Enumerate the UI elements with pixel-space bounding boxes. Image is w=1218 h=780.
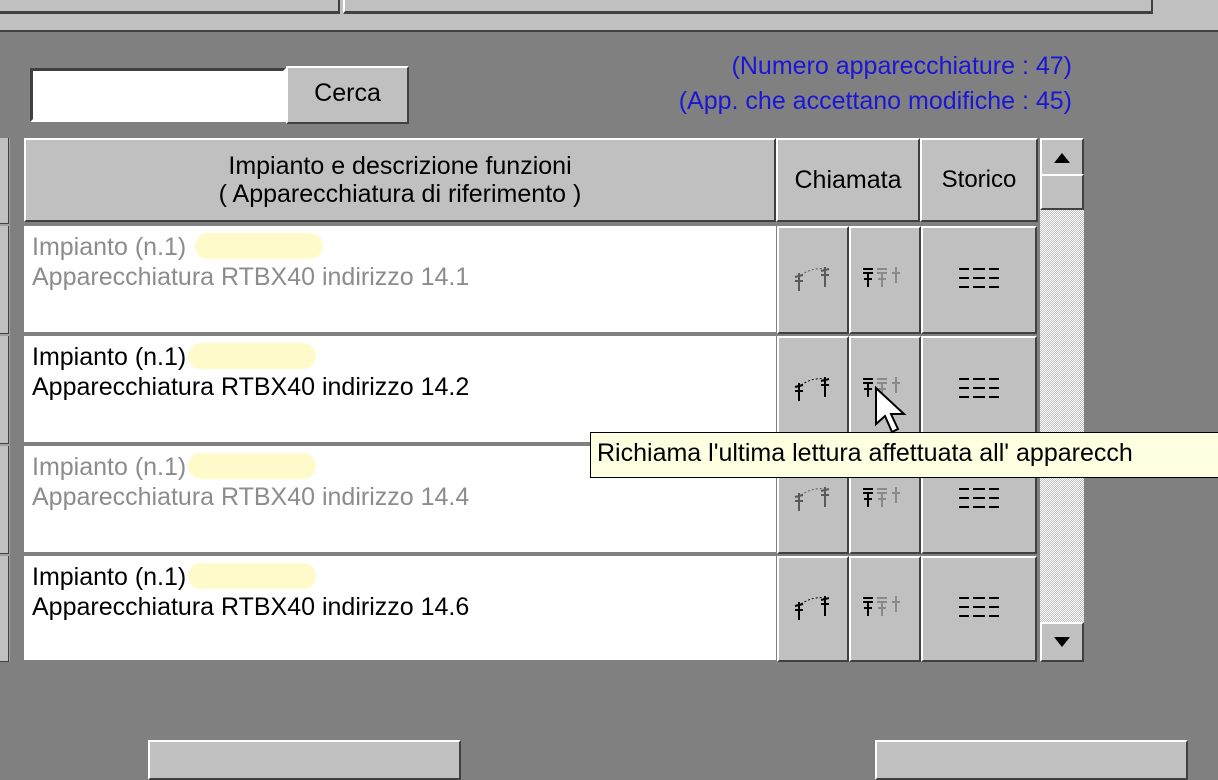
arrow-down-icon	[1054, 637, 1070, 647]
scrollbar-thumb[interactable]	[1040, 174, 1084, 210]
history-button[interactable]	[921, 556, 1037, 662]
multi-antenna-icon	[863, 267, 900, 287]
list-lines-icon	[959, 597, 999, 617]
redacted-highlight	[188, 453, 317, 480]
scroll-down-button[interactable]	[1040, 622, 1084, 662]
redacted-highlight	[188, 563, 317, 590]
row-selector[interactable]	[0, 226, 9, 334]
list-lines-icon	[959, 378, 999, 398]
column-header-call: Chiamata	[776, 138, 920, 222]
search-button[interactable]: Cerca	[286, 66, 409, 124]
modifiable-count-text: (App. che accettano modifiche : 45)	[678, 87, 1072, 115]
call-button[interactable]	[777, 556, 849, 662]
bottom-right-button[interactable]	[875, 740, 1188, 780]
device-count-text: (Numero apparecchiature : 47)	[731, 52, 1072, 80]
device-label: Apparecchiatura RTBX40 indirizzo 14.2	[32, 373, 470, 401]
scroll-up-button[interactable]	[1040, 138, 1084, 178]
list-lines-icon	[959, 268, 999, 288]
antenna-call-icon	[794, 377, 830, 401]
top-field-right[interactable]	[343, 0, 1153, 14]
call-button[interactable]	[777, 226, 849, 334]
device-label: Apparecchiatura RTBX40 indirizzo 14.6	[32, 593, 470, 621]
plant-label: Impianto (n.1)	[32, 233, 194, 261]
antenna-call-icon	[794, 596, 830, 620]
header-desc-line2: ( Apparecchiatura di riferimento )	[218, 180, 582, 208]
top-field-left[interactable]	[0, 0, 340, 14]
row-selector[interactable]	[0, 556, 9, 662]
device-label: Apparecchiatura RTBX40 indirizzo 14.4	[32, 483, 470, 511]
plant-label: Impianto (n.1)	[32, 343, 187, 371]
row-selector[interactable]	[0, 446, 9, 554]
device-label: Apparecchiatura RTBX40 indirizzo 14.1	[32, 263, 470, 291]
antenna-call-icon	[794, 487, 830, 511]
last-reading-button[interactable]	[849, 226, 921, 334]
last-reading-button[interactable]	[849, 556, 921, 662]
list-lines-icon	[959, 488, 999, 508]
history-button[interactable]	[921, 336, 1037, 444]
table-row[interactable]: Impianto (n.1) Apparecchiatura RTBX40 in…	[24, 336, 776, 444]
table-row[interactable]: Impianto (n.1) Apparecchiatura RTBX40 in…	[24, 226, 776, 334]
row-selector[interactable]	[0, 336, 9, 444]
redacted-highlight	[195, 233, 324, 260]
multi-antenna-icon	[863, 487, 900, 507]
column-header-description: Impianto e descrizione funzioni ( Appare…	[24, 138, 776, 222]
antenna-call-icon	[794, 267, 830, 291]
redacted-highlight	[188, 343, 317, 370]
history-button[interactable]	[921, 226, 1037, 334]
mouse-pointer-icon	[875, 386, 907, 434]
vertical-scrollbar-track[interactable]	[1040, 138, 1084, 662]
plant-label: Impianto (n.1)	[32, 453, 187, 481]
header-desc-line1: Impianto e descrizione funzioni	[228, 152, 572, 180]
row-selector-header	[0, 138, 9, 224]
plant-label: Impianto (n.1)	[32, 563, 187, 591]
search-input[interactable]	[30, 68, 286, 122]
call-button[interactable]	[777, 336, 849, 444]
tooltip: Richiama l'ultima lettura affettuata all…	[590, 432, 1218, 478]
arrow-up-icon	[1054, 153, 1070, 163]
bottom-left-button[interactable]	[148, 740, 461, 780]
table-row[interactable]: Impianto (n.1) Apparecchiatura RTBX40 in…	[24, 556, 776, 662]
multi-antenna-icon	[863, 596, 900, 616]
column-header-history: Storico	[920, 138, 1038, 222]
